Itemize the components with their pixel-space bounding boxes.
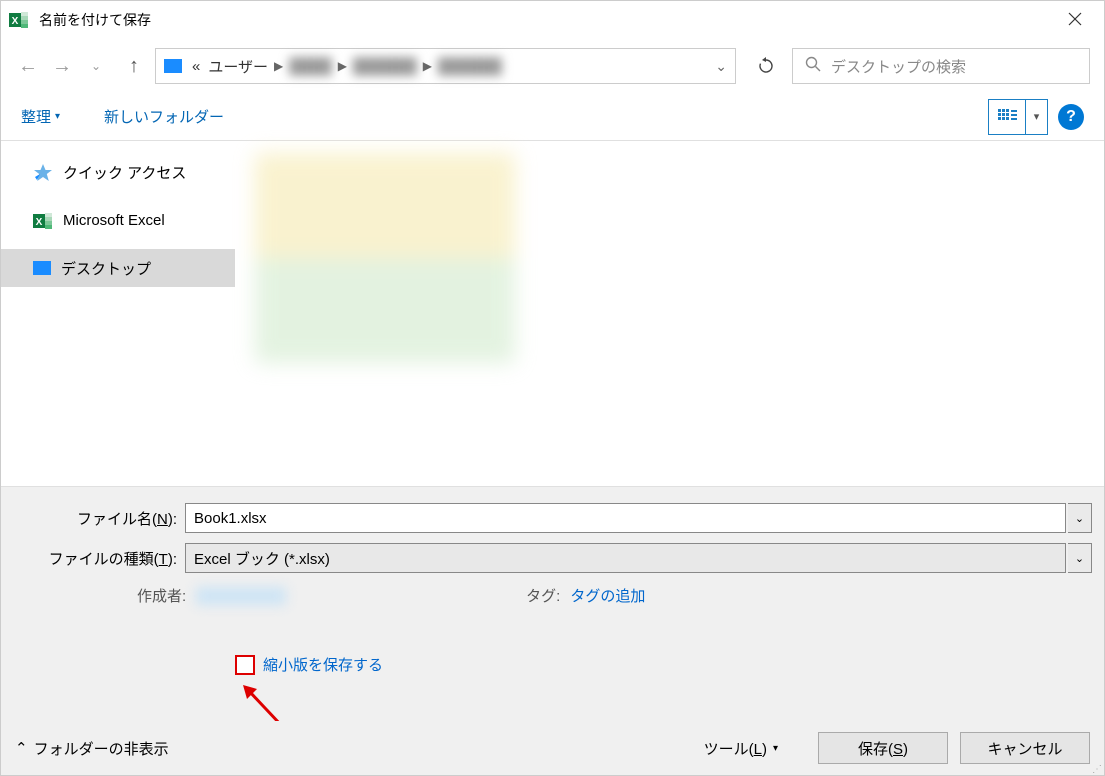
breadcrumb-blurred-3: ██████	[436, 56, 504, 77]
navigation-row: ← → ⌄ ↑ « ユーザー ▶ ████ ▶ ██████ ▶ ██████ …	[1, 39, 1104, 93]
view-dropdown-icon[interactable]: ▾	[1025, 100, 1047, 134]
add-tag-link[interactable]: タグの追加	[570, 585, 645, 606]
metadata-row: 作成者: タグ: タグの追加	[13, 585, 1092, 606]
quick-access-icon	[33, 163, 53, 181]
back-button[interactable]: ←	[15, 53, 41, 79]
thumbnail-checkbox-row: 縮小版を保存する	[13, 654, 1092, 675]
filetype-row: ファイルの種類(T): Excel ブック (*.xlsx) ⌄	[13, 543, 1092, 573]
filetype-label: ファイルの種類(T):	[13, 548, 185, 569]
filename-dropdown[interactable]: ⌄	[1068, 503, 1092, 533]
main-area: クイック アクセス X Microsoft Excel デスクトップ	[1, 141, 1104, 487]
filename-input[interactable]: Book1.xlsx	[185, 503, 1066, 533]
close-button[interactable]	[1054, 5, 1096, 36]
breadcrumb-user[interactable]: ユーザー	[206, 54, 270, 79]
sidebar-item-desktop[interactable]: デスクトップ	[1, 249, 235, 287]
svg-text:X: X	[36, 217, 43, 228]
desktop-icon	[33, 261, 51, 275]
breadcrumb-prefix: «	[190, 56, 202, 77]
filename-label: ファイル名(N):	[13, 508, 185, 529]
author-label: 作成者:	[137, 585, 186, 606]
filename-row: ファイル名(N): Book1.xlsx ⌄	[13, 503, 1092, 533]
save-button[interactable]: 保存(S)	[818, 732, 948, 764]
resize-grip-icon[interactable]: ⋰	[1092, 767, 1102, 773]
cancel-button[interactable]: キャンセル	[960, 732, 1090, 764]
blurred-file-list	[255, 153, 515, 363]
breadcrumb-blurred-1: ████	[287, 56, 334, 77]
view-selector[interactable]: ▾	[988, 99, 1048, 135]
hide-folders-toggle[interactable]: ⌃ フォルダーの非表示	[15, 738, 169, 759]
organize-menu[interactable]: 整理▾	[21, 106, 60, 127]
recent-dropdown[interactable]: ⌄	[83, 53, 109, 79]
sidebar-label: クイック アクセス	[63, 162, 186, 183]
toolbar: 整理▾ 新しいフォルダー ▾ ?	[1, 93, 1104, 141]
forward-button[interactable]: →	[49, 53, 75, 79]
sidebar: クイック アクセス X Microsoft Excel デスクトップ	[1, 141, 235, 486]
sidebar-item-quick-access[interactable]: クイック アクセス	[1, 153, 235, 191]
save-thumbnail-label[interactable]: 縮小版を保存する	[263, 654, 383, 675]
breadcrumb-sep-icon[interactable]: ▶	[423, 59, 432, 73]
refresh-button[interactable]	[748, 48, 784, 84]
address-bar[interactable]: « ユーザー ▶ ████ ▶ ██████ ▶ ██████ ⌄	[155, 48, 736, 84]
desktop-crumb-icon	[164, 59, 182, 73]
chevron-up-icon: ⌃	[15, 739, 28, 757]
sidebar-item-excel[interactable]: X Microsoft Excel	[1, 201, 235, 239]
window-title: 名前を付けて保存	[39, 10, 151, 30]
breadcrumb-blurred-2: ██████	[351, 56, 419, 77]
search-placeholder: デスクトップの検索	[831, 56, 966, 77]
svg-text:X: X	[12, 16, 19, 27]
footer: ⌃ フォルダーの非表示 ツール(L) ▾ 保存(S) キャンセル	[1, 721, 1104, 775]
address-dropdown-icon[interactable]: ⌄	[715, 58, 727, 75]
save-thumbnail-checkbox[interactable]	[235, 655, 255, 675]
excel-app-icon: X	[9, 10, 29, 30]
title-bar: X 名前を付けて保存	[1, 1, 1104, 39]
new-folder-button[interactable]: 新しいフォルダー	[104, 106, 224, 127]
filetype-dropdown[interactable]: ⌄	[1068, 543, 1092, 573]
author-blurred	[196, 587, 286, 605]
excel-icon: X	[33, 211, 53, 229]
filetype-select[interactable]: Excel ブック (*.xlsx)	[185, 543, 1066, 573]
breadcrumb-sep-icon[interactable]: ▶	[338, 59, 347, 73]
tag-label: タグ:	[526, 585, 560, 606]
file-list-area[interactable]	[235, 141, 1104, 486]
up-button[interactable]: ↑	[121, 53, 147, 79]
sidebar-label: Microsoft Excel	[63, 212, 165, 229]
search-box[interactable]: デスクトップの検索	[792, 48, 1090, 84]
search-icon	[805, 56, 821, 76]
tools-menu[interactable]: ツール(L) ▾	[704, 738, 778, 759]
breadcrumb-sep-icon[interactable]: ▶	[274, 59, 283, 73]
view-icon	[989, 100, 1025, 134]
help-button[interactable]: ?	[1058, 104, 1084, 130]
sidebar-label: デスクトップ	[61, 258, 151, 279]
